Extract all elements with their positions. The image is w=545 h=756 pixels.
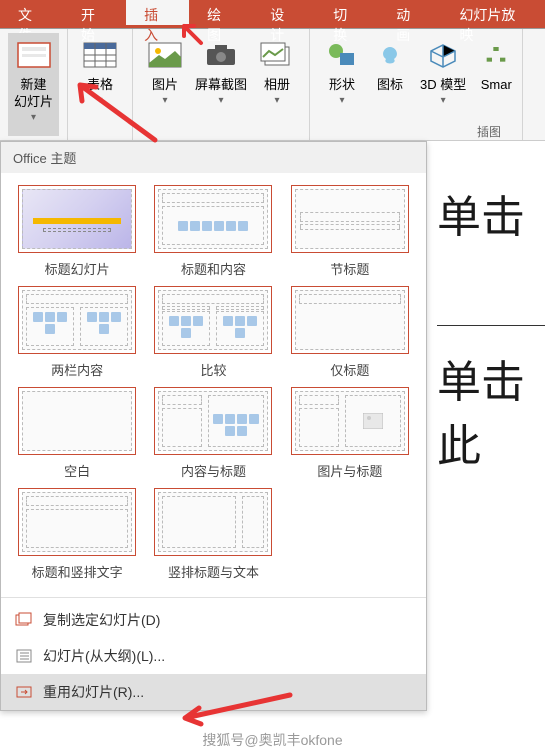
slide-subtitle-text: 单击此 [437,346,545,474]
tab-design[interactable]: 设计 [252,0,315,28]
duplicate-icon [15,612,33,628]
dropdown-caret-icon: ▾ [31,111,36,124]
reuse-icon [15,684,33,700]
new-slide-icon [16,37,52,73]
layout-blank[interactable]: 空白 [13,387,141,480]
new-slide-button[interactable]: 新建 幻灯片 ▾ [8,33,59,136]
ribbon-bar: 新建 幻灯片 ▾ 表格 ▾ 图片 ▾ 屏幕截图 ▾ [0,29,545,141]
screenshot-icon [203,37,239,73]
icons-icon [372,37,408,73]
tab-draw[interactable]: 绘图 [189,0,252,28]
dropdown-header: Office 主题 [1,142,426,173]
new-slide-dropdown: Office 主题 标题幻灯片 标题和内容 节标题 两栏内容 比较 仅标题 [0,141,427,711]
menu-duplicate-slide[interactable]: 复制选定幻灯片(D) [1,602,426,638]
album-icon [259,37,295,73]
icons-button[interactable]: 图标 [366,33,414,136]
layout-section-header[interactable]: 节标题 [286,185,414,278]
layout-comparison[interactable]: 比较 [149,286,277,379]
smartart-button[interactable]: Smar [472,33,514,136]
shapes-icon [324,37,360,73]
layout-picture-caption[interactable]: 图片与标题 [286,387,414,480]
slide-editor[interactable]: 单击 单击此 [427,141,545,756]
screenshot-button[interactable]: 屏幕截图 ▾ [189,33,253,136]
slide-title-text: 单击 [437,181,545,245]
layout-vertical-title-text[interactable]: 竖排标题与文本 [149,488,277,581]
ribbon-tabs: 文件 开始 插入 绘图 设计 切换 动画 幻灯片放映 [0,0,545,29]
layout-title-content[interactable]: 标题和内容 [149,185,277,278]
layout-two-content[interactable]: 两栏内容 [13,286,141,379]
menu-slides-from-outline[interactable]: 幻灯片(从大纲)(L)... [1,638,426,674]
picture-button[interactable]: 图片 ▾ [141,33,189,136]
outline-icon [15,648,33,664]
album-button[interactable]: 相册 ▾ [253,33,301,136]
tab-slideshow[interactable]: 幻灯片放映 [441,0,545,28]
watermark: 搜狐号@奥凯丰okfone [202,730,342,750]
tab-insert[interactable]: 插入 [126,0,189,28]
picture-icon [147,37,183,73]
smartart-icon [478,37,514,73]
slide-divider [437,325,545,326]
tab-file[interactable]: 文件 [0,0,63,28]
table-icon [82,37,118,73]
tab-home[interactable]: 开始 [63,0,126,28]
layout-content-caption[interactable]: 内容与标题 [149,387,277,480]
cube-icon [425,37,461,73]
table-button[interactable]: 表格 ▾ [76,33,124,136]
3d-model-button[interactable]: 3D 模型 ▾ [414,33,472,136]
layout-title-only[interactable]: 仅标题 [286,286,414,379]
layout-grid: 标题幻灯片 标题和内容 节标题 两栏内容 比较 仅标题 空白 [1,173,426,593]
tab-transitions[interactable]: 切换 [315,0,378,28]
tab-animations[interactable]: 动画 [378,0,441,28]
layout-title-slide[interactable]: 标题幻灯片 [13,185,141,278]
menu-reuse-slides[interactable]: 重用幻灯片(R)... [1,674,426,710]
shapes-button[interactable]: 形状 ▾ [318,33,366,136]
layout-title-vertical-text[interactable]: 标题和竖排文字 [13,488,141,581]
